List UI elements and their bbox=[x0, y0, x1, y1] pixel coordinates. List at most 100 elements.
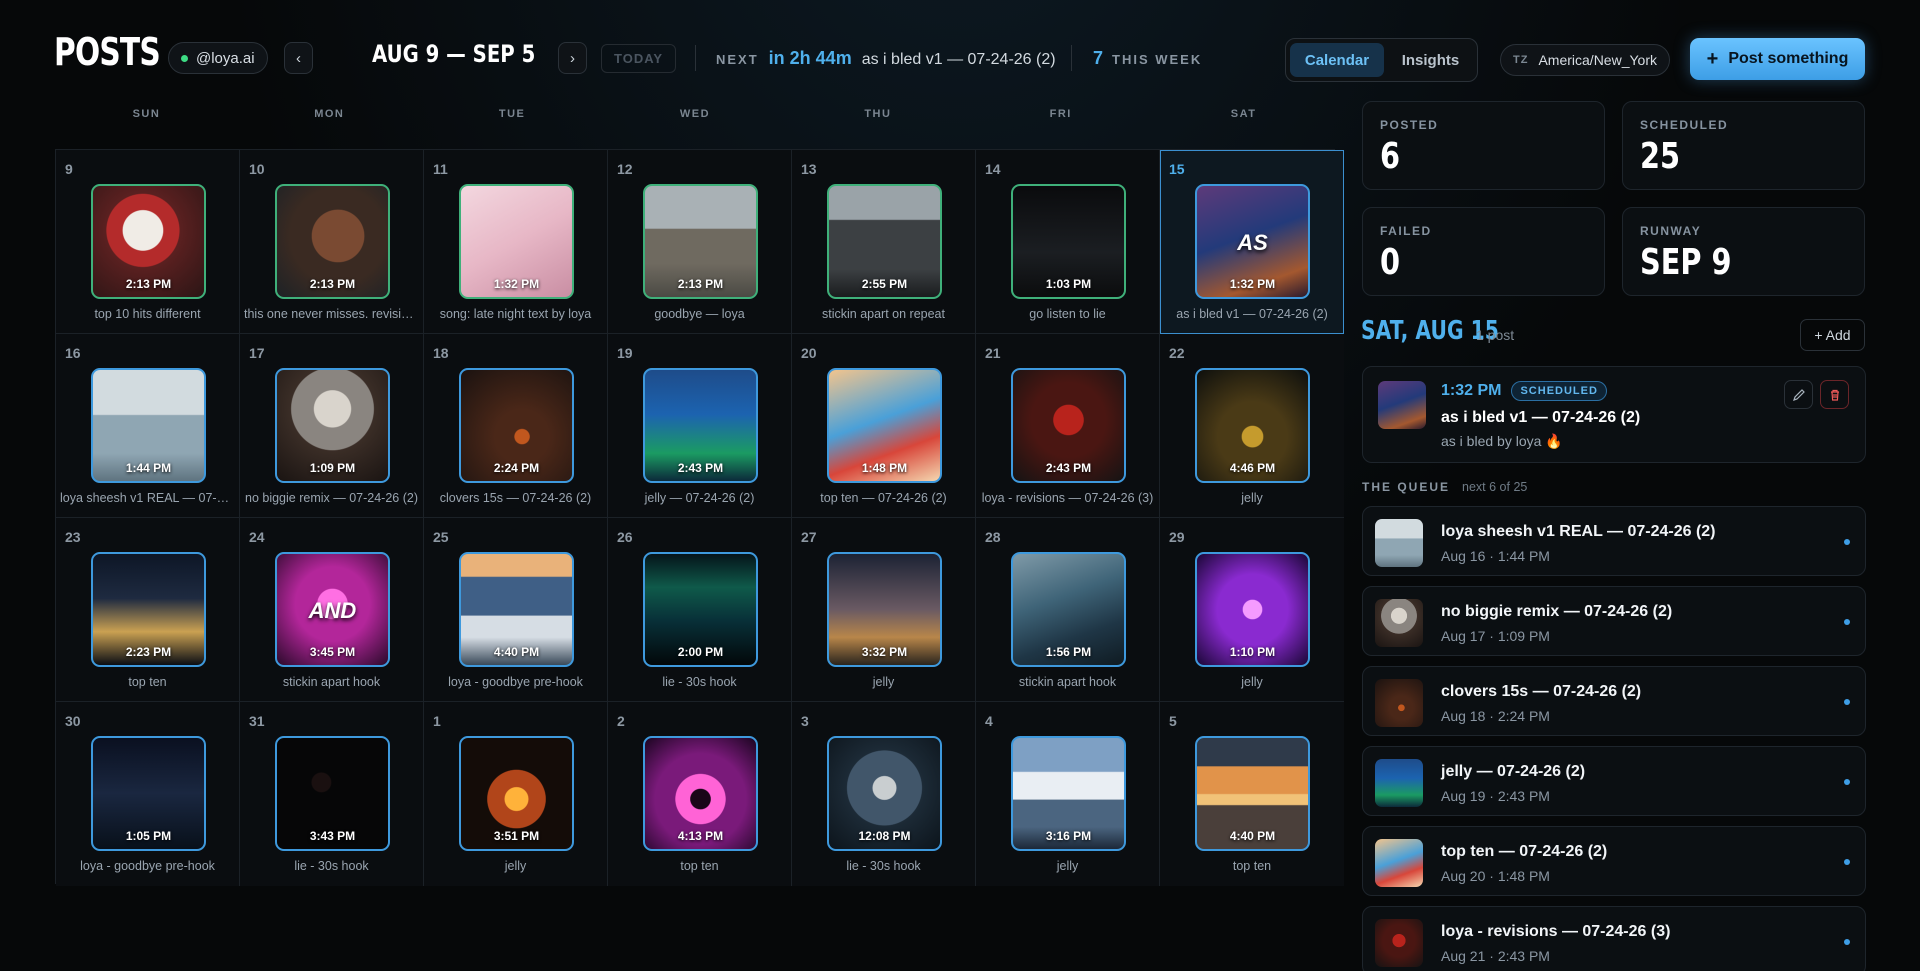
post-thumbnail[interactable]: 2:43 PM bbox=[1011, 368, 1126, 483]
account-handle-pill[interactable]: @loya.ai bbox=[168, 42, 268, 74]
delete-button[interactable] bbox=[1820, 380, 1849, 409]
day-number: 25 bbox=[433, 529, 449, 545]
queue-item-title: top ten — 07-24-26 (2) bbox=[1441, 843, 1608, 860]
post-thumbnail[interactable]: 3:16 PM bbox=[1011, 736, 1126, 851]
prev-range-button[interactable]: ‹ bbox=[284, 42, 313, 74]
post-thumbnail[interactable]: 1:10 PM bbox=[1195, 552, 1310, 667]
calendar-day-cell[interactable]: 4 3:16 PM jelly bbox=[976, 702, 1160, 886]
post-thumbnail[interactable]: 2:13 PM bbox=[643, 184, 758, 299]
view-toggle: Calendar Insights bbox=[1285, 38, 1478, 82]
post-thumbnail[interactable]: 2:13 PM bbox=[91, 184, 206, 299]
post-time: 3:45 PM bbox=[309, 645, 356, 659]
calendar-day-cell[interactable]: 18 2:24 PM clovers 15s — 07-24-26 (2) bbox=[424, 334, 608, 518]
post-caption: stickin apart hook bbox=[1018, 675, 1117, 689]
post-thumbnail[interactable]: 2:43 PM bbox=[643, 368, 758, 483]
calendar-day-cell[interactable]: 24 AND 3:45 PM stickin apart hook bbox=[240, 518, 424, 702]
queue-item[interactable]: loya - revisions — 07-24-26 (3) Aug 21 · … bbox=[1362, 906, 1866, 971]
calendar-day-cell[interactable]: 11 1:32 PM song: late night text by loya bbox=[424, 150, 608, 334]
calendar-day-cell[interactable]: 22 4:46 PM jelly bbox=[1160, 334, 1344, 518]
calendar-day-cell[interactable]: 1 3:51 PM jelly bbox=[424, 702, 608, 886]
post-thumbnail[interactable]: 1:32 PM bbox=[459, 184, 574, 299]
queue-item[interactable]: jelly — 07-24-26 (2) Aug 19 · 2:43 PM bbox=[1362, 746, 1866, 816]
queue-item[interactable]: loya sheesh v1 REAL — 07-24-26 (2) Aug 16… bbox=[1362, 506, 1866, 576]
post-thumbnail[interactable]: 3:51 PM bbox=[459, 736, 574, 851]
calendar-day-cell[interactable]: 15 AS 1:32 PM as i bled v1 — 07-24-26 (2) bbox=[1160, 150, 1344, 334]
post-something-button[interactable]: + Post something bbox=[1690, 38, 1865, 80]
next-range-button[interactable]: › bbox=[558, 42, 587, 74]
calendar-day-cell[interactable]: 17 1:09 PM no biggie remix — 07-24-26 (2) bbox=[240, 334, 424, 518]
weekday-label: FRI bbox=[1049, 108, 1072, 120]
post-thumbnail[interactable]: 4:40 PM bbox=[459, 552, 574, 667]
post-thumbnail[interactable]: 1:09 PM bbox=[275, 368, 390, 483]
calendar-day-cell[interactable]: 14 1:03 PM go listen to lie bbox=[976, 150, 1160, 334]
post-caption: loya sheesh v1 REAL — 07-24-26 (2) bbox=[60, 491, 235, 505]
calendar-day-cell[interactable]: 10 2:13 PM this one never misses. revision… bbox=[240, 150, 424, 334]
post-thumbnail[interactable]: 1:03 PM bbox=[1011, 184, 1126, 299]
calendar-day-cell[interactable]: 26 2:00 PM lie - 30s hook bbox=[608, 518, 792, 702]
calendar-day-cell[interactable]: 20 1:48 PM top ten — 07-24-26 (2) bbox=[792, 334, 976, 518]
post-caption: loya - goodbye pre-hook bbox=[448, 675, 583, 689]
post-time: 1:10 PM bbox=[1229, 645, 1276, 659]
add-post-button[interactable]: + Add bbox=[1800, 319, 1865, 351]
calendar-day-cell[interactable]: 9 2:13 PM top 10 hits different bbox=[56, 150, 240, 334]
post-thumbnail[interactable]: 1:44 PM bbox=[91, 368, 206, 483]
stat-label: RUNWAY bbox=[1640, 224, 1702, 238]
post-thumbnail[interactable]: 1:05 PM bbox=[91, 736, 206, 851]
calendar-day-cell[interactable]: 16 1:44 PM loya sheesh v1 REAL — 07-24-26 … bbox=[56, 334, 240, 518]
today-button[interactable]: TODAY bbox=[601, 44, 677, 73]
tab-insights[interactable]: Insights bbox=[1388, 43, 1473, 77]
calendar-day-cell[interactable]: 3 12:08 PM lie - 30s hook bbox=[792, 702, 976, 886]
post-thumbnail[interactable]: 1:48 PM bbox=[827, 368, 942, 483]
calendar-day-cell[interactable]: 2 4:13 PM top ten bbox=[608, 702, 792, 886]
post-thumbnail[interactable]: 3:43 PM bbox=[275, 736, 390, 851]
day-number: 29 bbox=[1169, 529, 1185, 545]
post-time: 2:43 PM bbox=[1045, 461, 1092, 475]
post-caption: lie - 30s hook bbox=[846, 859, 921, 873]
timezone-selector[interactable]: TZ America/New_York bbox=[1500, 44, 1670, 76]
weekday-label: WED bbox=[679, 108, 711, 120]
next-post-info[interactable]: NEXT in 2h 44m as i bled v1 — 07-24-26 (… bbox=[716, 48, 1056, 69]
edit-button[interactable] bbox=[1784, 380, 1813, 409]
calendar-day-cell[interactable]: 28 1:56 PM stickin apart hook bbox=[976, 518, 1160, 702]
post-thumbnail[interactable]: 2:23 PM bbox=[91, 552, 206, 667]
calendar-day-cell[interactable]: 13 2:55 PM stickin apart on repeat bbox=[792, 150, 976, 334]
calendar-day-cell[interactable]: 30 1:05 PM loya - goodbye pre-hook bbox=[56, 702, 240, 886]
post-thumbnail[interactable]: AS 1:32 PM bbox=[1195, 184, 1310, 299]
post-thumbnail[interactable]: 12:08 PM bbox=[827, 736, 942, 851]
day-number: 5 bbox=[1169, 713, 1177, 729]
post-thumbnail[interactable]: AND 3:45 PM bbox=[275, 552, 390, 667]
queue-item[interactable]: clovers 15s — 07-24-26 (2) Aug 18 · 2:24 … bbox=[1362, 666, 1866, 736]
divider bbox=[695, 45, 696, 71]
post-thumbnail[interactable]: 4:46 PM bbox=[1195, 368, 1310, 483]
post-caption: jelly bbox=[1241, 675, 1263, 689]
selected-post-card[interactable]: 1:32 PM SCHEDULED as i bled v1 — 07-24-2… bbox=[1362, 366, 1866, 463]
scheduled-dot-icon bbox=[1844, 859, 1850, 865]
calendar-day-cell[interactable]: 25 4:40 PM loya - goodbye pre-hook bbox=[424, 518, 608, 702]
queue-item[interactable]: top ten — 07-24-26 (2) Aug 20 · 1:48 PM bbox=[1362, 826, 1866, 896]
calendar-day-cell[interactable]: 19 2:43 PM jelly — 07-24-26 (2) bbox=[608, 334, 792, 518]
tab-calendar[interactable]: Calendar bbox=[1290, 43, 1384, 77]
post-time: 3:16 PM bbox=[1045, 829, 1092, 843]
calendar-day-cell[interactable]: 12 2:13 PM goodbye — loya bbox=[608, 150, 792, 334]
calendar-day-cell[interactable]: 5 4:40 PM top ten bbox=[1160, 702, 1344, 886]
day-number: 21 bbox=[985, 345, 1001, 361]
post-thumbnail[interactable]: 2:00 PM bbox=[643, 552, 758, 667]
post-thumbnail[interactable]: 1:56 PM bbox=[1011, 552, 1126, 667]
post-thumbnail[interactable]: 2:55 PM bbox=[827, 184, 942, 299]
post-thumbnail[interactable]: 2:13 PM bbox=[275, 184, 390, 299]
post-thumbnail[interactable]: 2:24 PM bbox=[459, 368, 574, 483]
calendar-day-cell[interactable]: 29 1:10 PM jelly bbox=[1160, 518, 1344, 702]
timezone-value: America/New_York bbox=[1538, 52, 1657, 68]
post-thumbnail[interactable]: 4:13 PM bbox=[643, 736, 758, 851]
calendar-day-cell[interactable]: 23 2:23 PM top ten bbox=[56, 518, 240, 702]
post-thumbnail[interactable]: 4:40 PM bbox=[1195, 736, 1310, 851]
queue-thumbnail bbox=[1375, 919, 1423, 967]
queue-item[interactable]: no biggie remix — 07-24-26 (2) Aug 17 · 1… bbox=[1362, 586, 1866, 656]
calendar-day-cell[interactable]: 31 3:43 PM lie - 30s hook bbox=[240, 702, 424, 886]
post-thumbnail[interactable]: 3:32 PM bbox=[827, 552, 942, 667]
post-time: 4:13 PM bbox=[677, 829, 724, 843]
week-count-value: 7 bbox=[1093, 48, 1104, 68]
calendar-day-cell[interactable]: 21 2:43 PM loya - revisions — 07-24-26 (3) bbox=[976, 334, 1160, 518]
next-label: NEXT bbox=[716, 52, 759, 67]
calendar-day-cell[interactable]: 27 3:32 PM jelly bbox=[792, 518, 976, 702]
